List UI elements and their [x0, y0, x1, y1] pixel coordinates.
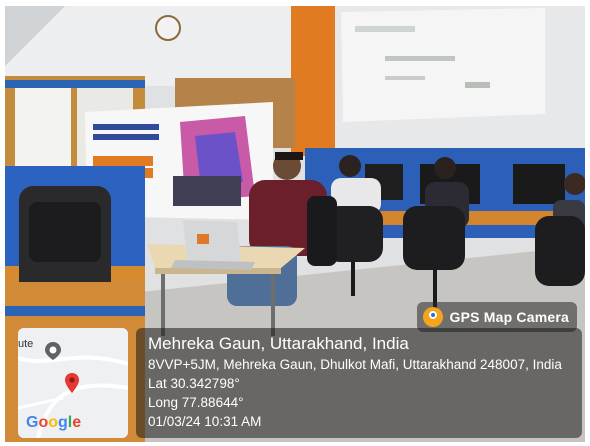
- location-address: 8VVP+5JM, Mehreka Gaun, Dhulkot Mafi, Ut…: [148, 357, 562, 372]
- timestamp: 01/03/24 10:31 AM: [148, 414, 262, 429]
- photo-frame: GPS Map Camera ute Google Mehreka Gaun, …: [0, 0, 590, 446]
- gray-pin-icon: [45, 342, 61, 360]
- longitude: Long 77.88644°: [148, 395, 244, 410]
- latitude: Lat 30.342798°: [148, 376, 240, 391]
- location-marker-icon: [65, 373, 79, 393]
- map-fragment-label: ute: [18, 338, 34, 350]
- location-info: Mehreka Gaun, Uttarakhand, India 8VVP+5J…: [148, 333, 562, 431]
- google-logo: Google: [26, 414, 82, 431]
- gps-map-camera-logo-icon: [423, 307, 444, 327]
- location-title: Mehreka Gaun, Uttarakhand, India: [148, 334, 409, 353]
- mini-map: ute Google: [18, 328, 128, 438]
- badge-label: GPS Map Camera: [449, 309, 569, 325]
